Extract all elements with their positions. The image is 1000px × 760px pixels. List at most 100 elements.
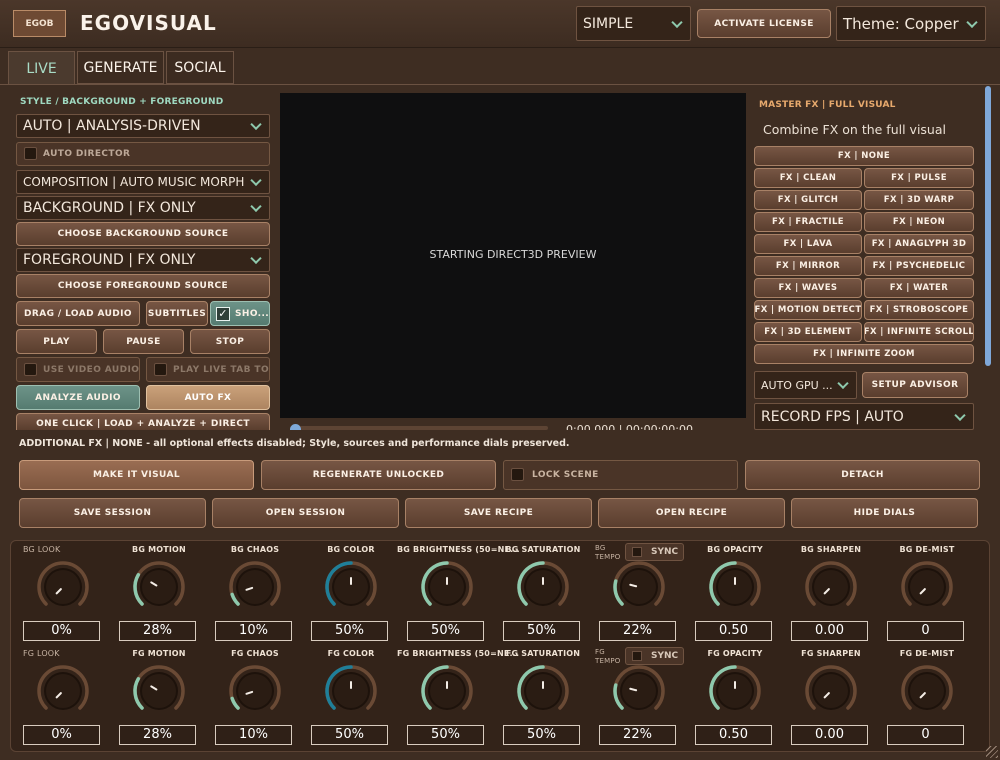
knob-icon[interactable] [323, 559, 379, 615]
right-panel-scrollbar[interactable] [985, 86, 991, 366]
one-click-button[interactable]: ONE CLICK | LOAD + ANALYZE + DIRECT [16, 413, 270, 430]
fx-button-3d-warp[interactable]: FX | 3D WARP [864, 190, 974, 210]
fx-button-glitch[interactable]: FX | GLITCH [754, 190, 862, 210]
fx-button-pulse[interactable]: FX | PULSE [864, 168, 974, 188]
fx-button-psychedelic[interactable]: FX | PSYCHEDELIC [864, 256, 974, 276]
stop-button[interactable]: STOP [190, 329, 270, 354]
preview-panel[interactable]: STARTING DIRECT3D PREVIEW [280, 93, 746, 418]
analyze-audio-button[interactable]: ANALYZE AUDIO [16, 385, 140, 410]
fx-button-mirror[interactable]: FX | MIRROR [754, 256, 862, 276]
knob-icon[interactable] [899, 663, 955, 719]
fx-none-button[interactable]: FX | NONE [754, 146, 974, 166]
dial-value[interactable]: 50% [311, 621, 388, 641]
fx-button-infinite-scroll[interactable]: FX | INFINITE SCROLL [864, 322, 974, 342]
knob-icon[interactable] [35, 559, 91, 615]
timeline-track[interactable] [290, 426, 548, 430]
regenerate-unlocked-button[interactable]: REGENERATE UNLOCKED [261, 460, 496, 490]
dial-value[interactable]: 10% [215, 725, 292, 745]
choose-foreground-source-button[interactable]: CHOOSE FOREGROUND SOURCE [16, 274, 270, 298]
pause-button[interactable]: PAUSE [103, 329, 184, 354]
knob-icon[interactable] [227, 663, 283, 719]
knob-icon[interactable] [35, 663, 91, 719]
knob-icon[interactable] [515, 663, 571, 719]
dial-value[interactable]: 50% [503, 621, 580, 641]
composition-select[interactable]: COMPOSITION | AUTO MUSIC MORPH [16, 170, 270, 194]
dial-value[interactable]: 0% [23, 621, 100, 641]
dial-value[interactable]: 22% [599, 725, 676, 745]
knob-icon[interactable] [419, 559, 475, 615]
save-recipe-button[interactable]: SAVE RECIPE [405, 498, 592, 528]
gpu-select[interactable]: AUTO GPU ... [754, 371, 857, 399]
play-live-tab-checkbox[interactable]: PLAY LIVE TAB TOO [146, 357, 270, 382]
fx-infinite-zoom-button[interactable]: FX | INFINITE ZOOM [754, 344, 974, 364]
play-button[interactable]: PLAY [16, 329, 97, 354]
theme-select[interactable]: Theme: Copper [836, 6, 986, 41]
knob-icon[interactable] [131, 663, 187, 719]
fx-button-fractile[interactable]: FX | FRACTILE [754, 212, 862, 232]
dial-value[interactable]: 0% [23, 725, 100, 745]
background-select[interactable]: BACKGROUND | FX ONLY [16, 196, 270, 220]
knob-icon[interactable] [323, 663, 379, 719]
choose-background-source-button[interactable]: CHOOSE BACKGROUND SOURCE [16, 222, 270, 246]
record-fps-select[interactable]: RECORD FPS | AUTO [754, 403, 974, 430]
tab-generate[interactable]: GENERATE [77, 51, 164, 84]
knob-icon[interactable] [707, 663, 763, 719]
dial-value[interactable]: 0.00 [791, 621, 868, 641]
fx-button-stroboscope[interactable]: FX | STROBOSCOPE [864, 300, 974, 320]
foreground-select[interactable]: FOREGROUND | FX ONLY [16, 248, 270, 272]
dial-value[interactable]: 28% [119, 621, 196, 641]
detach-button[interactable]: DETACH [745, 460, 980, 490]
dial-value[interactable]: 50% [311, 725, 388, 745]
dial-value[interactable]: 0 [887, 621, 964, 641]
subtitles-button[interactable]: SUBTITLES [146, 301, 208, 326]
dial-value[interactable]: 28% [119, 725, 196, 745]
knob-icon[interactable] [611, 663, 667, 719]
hide-dials-button[interactable]: HIDE DIALS [791, 498, 978, 528]
knob-icon[interactable] [227, 559, 283, 615]
save-session-button[interactable]: SAVE SESSION [19, 498, 206, 528]
dial-value[interactable]: 50% [407, 621, 484, 641]
mode-select[interactable]: SIMPLE [576, 6, 691, 41]
fx-button-3d-element[interactable]: FX | 3D ELEMENT [754, 322, 862, 342]
knob-icon[interactable] [515, 559, 571, 615]
auto-director-checkbox[interactable]: AUTO DIRECTOR [16, 142, 270, 166]
fx-button-water[interactable]: FX | WATER [864, 278, 974, 298]
fx-button-anaglyph-3d[interactable]: FX | ANAGLYPH 3D [864, 234, 974, 254]
dial-value[interactable]: 22% [599, 621, 676, 641]
fx-button-lava[interactable]: FX | LAVA [754, 234, 862, 254]
timeline-handle[interactable] [290, 424, 301, 430]
lock-scene-checkbox[interactable]: LOCK SCENE [503, 460, 738, 490]
open-recipe-button[interactable]: OPEN RECIPE [598, 498, 785, 528]
dial-value[interactable]: 50% [503, 725, 580, 745]
tab-social[interactable]: SOCIAL [166, 51, 234, 84]
fx-button-clean[interactable]: FX | CLEAN [754, 168, 862, 188]
knob-icon[interactable] [419, 663, 475, 719]
make-it-visual-button[interactable]: MAKE IT VISUAL [19, 460, 254, 490]
dial-value[interactable]: 0 [887, 725, 964, 745]
knob-icon[interactable] [899, 559, 955, 615]
open-session-button[interactable]: OPEN SESSION [212, 498, 399, 528]
use-video-audio-checkbox[interactable]: USE VIDEO AUDIO [16, 357, 140, 382]
fx-button-motion-detect[interactable]: FX | MOTION DETECT [754, 300, 862, 320]
dial-value[interactable]: 50% [407, 725, 484, 745]
style-select[interactable]: AUTO | ANALYSIS-DRIVEN [16, 114, 270, 138]
dial-value[interactable]: 10% [215, 621, 292, 641]
fx-button-waves[interactable]: FX | WAVES [754, 278, 862, 298]
knob-icon[interactable] [707, 559, 763, 615]
master-fx-subtitle: Combine FX on the full visual [763, 122, 946, 137]
dial-value[interactable]: 0.50 [695, 725, 772, 745]
resize-grip-icon[interactable] [986, 746, 998, 758]
setup-advisor-button[interactable]: SETUP ADVISOR [862, 372, 968, 398]
show-subtitles-toggle[interactable]: ✓ SHO... [210, 301, 270, 326]
fx-button-neon[interactable]: FX | NEON [864, 212, 974, 232]
dial-value[interactable]: 0.00 [791, 725, 868, 745]
knob-icon[interactable] [131, 559, 187, 615]
auto-fx-button[interactable]: AUTO FX [146, 385, 270, 410]
knob-icon[interactable] [803, 663, 859, 719]
activate-license-button[interactable]: ACTIVATE LICENSE [697, 9, 831, 38]
tab-live[interactable]: LIVE [8, 51, 75, 85]
knob-icon[interactable] [611, 559, 667, 615]
drag-load-audio-button[interactable]: DRAG / LOAD AUDIO [16, 301, 140, 326]
knob-icon[interactable] [803, 559, 859, 615]
dial-value[interactable]: 0.50 [695, 621, 772, 641]
